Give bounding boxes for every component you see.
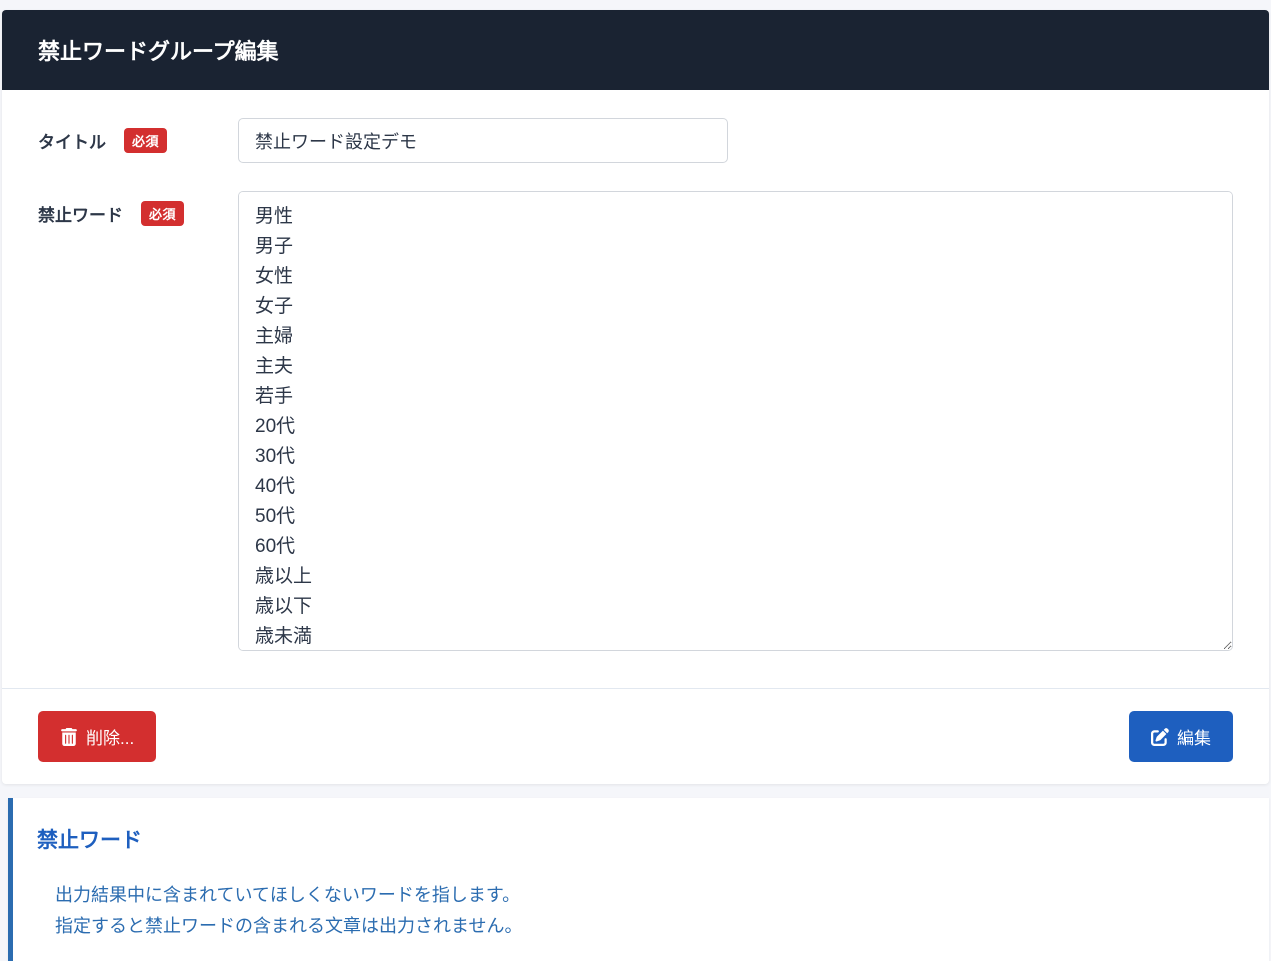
info-line: 出力結果中に含まれていてほしくないワードを指します。	[55, 880, 1241, 911]
title-label: タイトル	[38, 128, 106, 153]
delete-button-label: 削除...	[86, 724, 134, 749]
form-body: タイトル 必須 禁止ワード 必須	[2, 90, 1269, 688]
info-panel: 禁止ワード 出力結果中に含まれていてほしくないワードを指します。 指定すると禁止…	[8, 798, 1269, 961]
edit-icon	[1151, 728, 1169, 746]
title-label-col: タイトル 必須	[38, 118, 238, 153]
words-input-col	[238, 191, 1233, 656]
words-label-col: 禁止ワード 必須	[38, 191, 238, 226]
edit-card: 禁止ワードグループ編集 タイトル 必須 禁止ワード 必須	[2, 10, 1269, 784]
words-label: 禁止ワード	[38, 201, 123, 226]
title-input-col	[238, 118, 1233, 163]
info-line: 指定すると禁止ワードの含まれる文章は出力されません。	[55, 911, 1241, 942]
card-footer: 削除... 編集	[2, 688, 1269, 784]
words-row: 禁止ワード 必須	[38, 191, 1233, 656]
title-input[interactable]	[238, 118, 728, 163]
trash-icon	[60, 728, 78, 746]
required-badge: 必須	[124, 128, 167, 153]
page-title: 禁止ワードグループ編集	[38, 39, 279, 64]
title-row: タイトル 必須	[38, 118, 1233, 163]
info-title: 禁止ワード	[37, 824, 1241, 854]
delete-button[interactable]: 削除...	[38, 711, 156, 762]
words-textarea[interactable]	[238, 191, 1233, 651]
card-header: 禁止ワードグループ編集	[2, 10, 1269, 90]
required-badge: 必須	[141, 201, 184, 226]
edit-button-label: 編集	[1177, 724, 1211, 749]
edit-button[interactable]: 編集	[1129, 711, 1233, 762]
info-body: 出力結果中に含まれていてほしくないワードを指します。 指定すると禁止ワードの含ま…	[37, 880, 1241, 941]
